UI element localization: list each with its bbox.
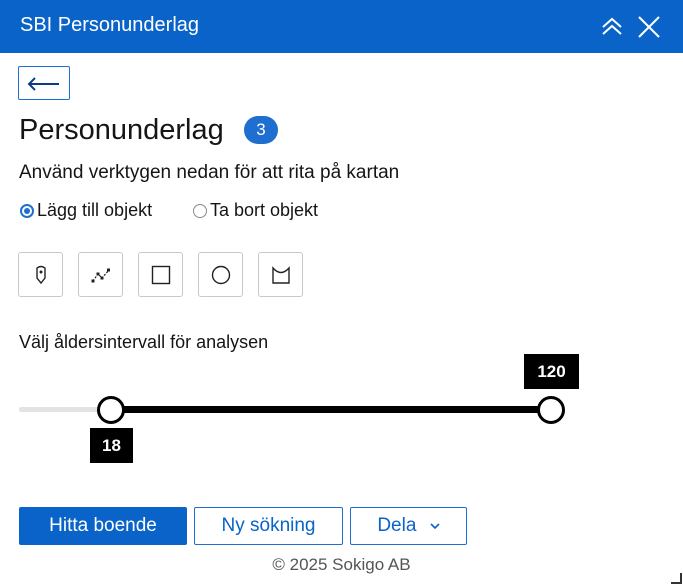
map-pin-icon [36, 265, 46, 285]
age-range-label: Välj åldersintervall för analysen [19, 332, 269, 352]
slider-max-handle[interactable] [537, 396, 565, 424]
close-button[interactable] [635, 13, 663, 41]
circle-icon [211, 265, 231, 285]
slider-selected-range [111, 406, 551, 413]
radio-checked-icon[interactable] [20, 203, 34, 218]
share-button[interactable]: Dela [350, 507, 467, 545]
resize-handle-icon[interactable] [671, 573, 682, 584]
back-button[interactable] [18, 66, 70, 100]
rectangle-icon [151, 265, 171, 285]
count-badge: 3 [244, 116, 278, 144]
circle-tool-button[interactable] [198, 252, 243, 297]
new-search-button[interactable]: Ny sökning [194, 507, 343, 545]
radio-remove-object-label: Ta bort objekt [210, 200, 319, 220]
radio-add-object[interactable]: Lägg till objekt [20, 200, 152, 221]
arrow-left-icon [27, 77, 59, 91]
drawing-instruction: Använd verktygen nedan för att rita på k… [19, 162, 400, 183]
panel-title: SBI Personunderlag [20, 14, 200, 36]
polyline-icon [91, 268, 110, 283]
close-icon [638, 16, 660, 38]
freehand-polygon-icon [272, 266, 290, 284]
find-residents-button[interactable]: Hitta boende [19, 507, 187, 545]
page-title: Personunderlag [19, 114, 224, 146]
panel-header: SBI Personunderlag [0, 0, 683, 53]
slider-max-value: 120 [524, 354, 579, 389]
share-button-label: Dela [377, 515, 417, 536]
double-chevron-up-icon [602, 17, 622, 35]
radio-remove-object[interactable]: Ta bort objekt [193, 200, 318, 221]
copyright-text: © 2025 Sokigo AB [272, 555, 411, 574]
chevron-down-icon [430, 523, 440, 530]
collapse-button[interactable] [598, 13, 626, 41]
rectangle-tool-button[interactable] [138, 252, 183, 297]
radio-unchecked-icon[interactable] [193, 203, 207, 218]
radio-add-object-label: Lägg till objekt [37, 200, 153, 220]
footer: © 2025 Sokigo AB [0, 555, 683, 575]
point-tool-button[interactable] [18, 252, 63, 297]
polyline-tool-button[interactable] [78, 252, 123, 297]
slider-min-value: 18 [90, 428, 133, 463]
freehand-polygon-tool-button[interactable] [258, 252, 303, 297]
slider-min-handle[interactable] [97, 396, 125, 424]
